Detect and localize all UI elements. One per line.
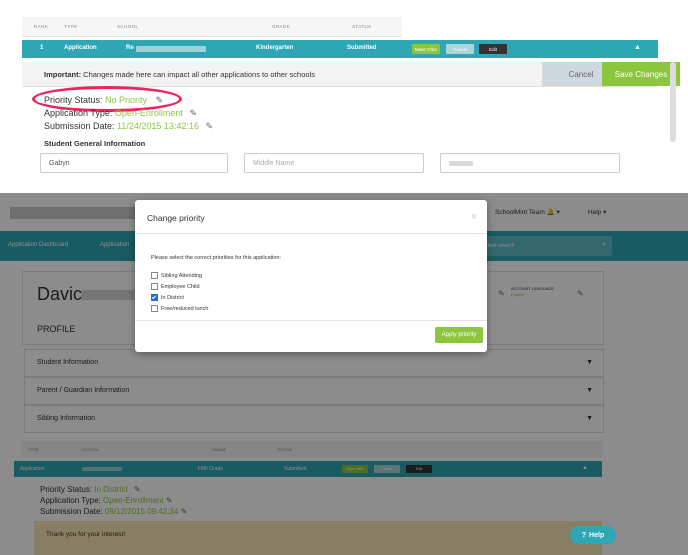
important-bar: Important: Changes made here can impact … [22, 62, 680, 87]
help-button[interactable]: ? Help [570, 526, 616, 544]
checkbox[interactable] [151, 305, 158, 312]
modal-divider-bottom [135, 320, 487, 321]
row-school: Re [126, 45, 134, 51]
student-info-heading: Student General Information [44, 139, 146, 148]
row-cancel-button[interactable]: Cancel [446, 44, 474, 54]
important-label: Important: [44, 70, 82, 79]
row-grade: Kindergarten [256, 45, 294, 51]
row-rank: 1 [40, 45, 44, 51]
save-changes-button[interactable]: Save Changes [602, 62, 680, 86]
application-row[interactable]: 1 Application Re Kindergarten Submitted … [22, 40, 658, 58]
last-name-input[interactable] [440, 153, 620, 173]
apply-priority-button[interactable]: Apply priority [435, 327, 483, 343]
edit-type-icon[interactable]: ✎ [189, 108, 197, 118]
applications-table-header: RANK TYPE SCHOOL GRADE STATUS [22, 17, 402, 37]
make-offer-button[interactable]: Make Offer [412, 44, 440, 54]
help-icon: ? [581, 531, 587, 539]
option-sibling-attending[interactable]: Sibling Attending [151, 272, 202, 279]
last-name-redacted [449, 160, 473, 166]
application-type-value: Open-Enrollment [114, 108, 183, 118]
header-grade: GRADE [272, 24, 291, 29]
checkbox[interactable] [151, 283, 158, 290]
row-type: Application [64, 45, 97, 51]
modal-title: Change priority [147, 213, 205, 223]
header-rank: RANK [34, 24, 49, 29]
submission-date-label: Submission Date: [44, 121, 118, 131]
row-school-redacted [136, 46, 206, 52]
submission-date-line: Submission Date: 11/24/2015 13:42:16 ✎ [44, 121, 213, 132]
close-icon[interactable]: × [471, 211, 477, 223]
application-type-line: Application Type: Open-Enrollment ✎ [44, 108, 197, 119]
option-employee-child[interactable]: Employee Child [151, 283, 200, 290]
option-in-district[interactable]: In District [151, 294, 184, 301]
submission-date-value: 11/24/2015 13:42:16 [117, 121, 199, 131]
important-text: Changes made here can impact all other a… [81, 70, 315, 79]
edit-button[interactable]: Edit [479, 44, 507, 54]
option-free-reduced-lunch[interactable]: Free/reduced lunch [151, 305, 208, 312]
middle-name-input[interactable]: Middle Name [244, 153, 424, 173]
edit-date-icon[interactable]: ✎ [205, 121, 213, 131]
top-screenshot: RANK TYPE SCHOOL GRADE STATUS 1 Applicat… [0, 0, 688, 178]
collapse-icon[interactable]: ▲ [634, 44, 641, 51]
modal-divider-top [135, 233, 487, 234]
scrollbar[interactable] [670, 62, 676, 142]
row-status: Submitted [347, 45, 377, 51]
checkbox-checked[interactable] [151, 294, 158, 301]
header-type: TYPE [64, 24, 78, 29]
header-school: SCHOOL [117, 24, 139, 29]
change-priority-modal: Change priority × Please select the corr… [135, 200, 487, 352]
bottom-screenshot: SchoolMint Team 🔔 ▾ Help ▾ Application D… [0, 193, 688, 555]
modal-prompt: Please select the correct priorities for… [151, 255, 281, 261]
checkbox[interactable] [151, 272, 158, 279]
application-type-label: Application Type: [44, 108, 115, 118]
first-name-input[interactable]: Gabyn [40, 153, 228, 173]
header-status: STATUS [352, 24, 372, 29]
